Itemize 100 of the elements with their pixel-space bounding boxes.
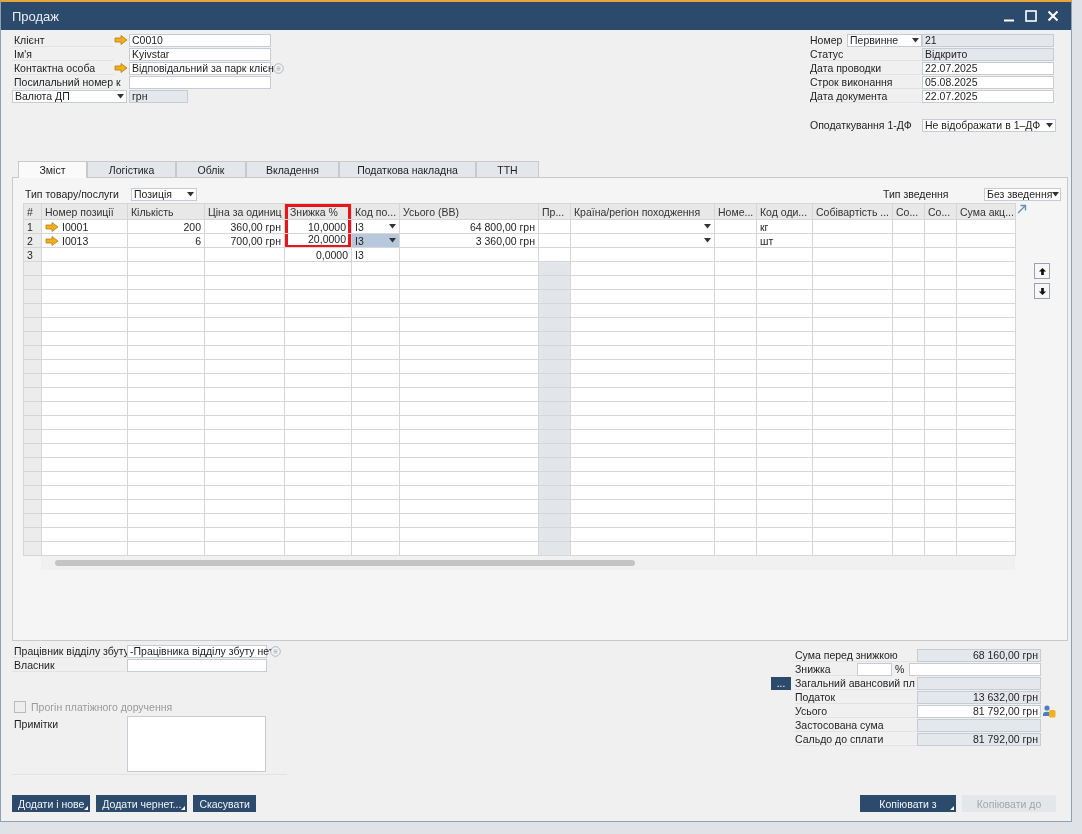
- field-label: Тип зведення: [883, 188, 950, 200]
- text-field[interactable]: 81 792,00 грн: [917, 704, 1041, 718]
- more-button[interactable]: ...: [771, 676, 791, 690]
- field-label: Оподаткування 1-ДФ: [810, 119, 913, 131]
- move-down-button[interactable]: [1034, 283, 1050, 299]
- checkbox-label: Прогін платіжного доручення: [31, 701, 173, 713]
- horizontal-scrollbar[interactable]: [41, 556, 1015, 570]
- text-field[interactable]: 22.07.2025: [922, 89, 1054, 103]
- field-label: Клієнт: [14, 33, 45, 46]
- corner-triangle-icon: [181, 806, 186, 810]
- caret-icon: [1046, 122, 1053, 128]
- up-arrow-icon: [1037, 266, 1047, 276]
- field-label: Примітки: [13, 717, 60, 730]
- tab[interactable]: Облік: [176, 161, 246, 177]
- field-label: Застосована сума: [795, 718, 884, 731]
- caret-icon: [1052, 191, 1060, 197]
- field-label: Загальний авансовий пл: [795, 676, 915, 689]
- tab[interactable]: Податкова накладна: [339, 161, 476, 177]
- arrow-icon[interactable]: [114, 35, 128, 45]
- column-header[interactable]: Кількість: [127, 203, 205, 220]
- down-arrow-icon: [1037, 286, 1047, 296]
- remarks-field[interactable]: [127, 716, 266, 772]
- field-label: Податок: [795, 690, 836, 703]
- corner-triangle-icon: [950, 806, 954, 810]
- tab[interactable]: Логістика: [87, 161, 176, 177]
- column-header[interactable]: Пр...: [538, 203, 571, 220]
- move-up-button[interactable]: [1034, 263, 1050, 279]
- caret-icon: [389, 238, 396, 243]
- column-header[interactable]: Код по...: [351, 203, 400, 220]
- dropdown-field[interactable]: Валюта ДП: [12, 89, 127, 103]
- close-button[interactable]: [1047, 10, 1059, 22]
- column-header[interactable]: Усього (ВВ): [399, 203, 539, 220]
- field-label: Дата проводки: [810, 61, 882, 74]
- text-field[interactable]: 13 632,00 грн: [917, 690, 1041, 704]
- field-label: Власник: [14, 658, 55, 671]
- text-field[interactable]: C0010: [129, 33, 271, 47]
- arrow-icon[interactable]: [114, 63, 128, 73]
- button[interactable]: Копіювати з: [860, 795, 956, 812]
- menu-circle-icon[interactable]: [272, 62, 284, 74]
- button[interactable]: Додати і нове: [12, 795, 91, 812]
- dropdown-field[interactable]: Не відображати в 1–ДФ: [922, 118, 1056, 132]
- column-header[interactable]: Со...: [892, 203, 925, 220]
- column-header[interactable]: Ціна за одиниц: [204, 203, 285, 220]
- caret-icon: [704, 224, 711, 229]
- text-field[interactable]: 81 792,00 грн: [917, 732, 1041, 746]
- dropdown-field[interactable]: Позиція: [131, 187, 197, 201]
- field-label: Номер: [810, 34, 844, 46]
- window-title: Продаж: [12, 8, 60, 24]
- corner-triangle-icon: [84, 806, 89, 810]
- caret-icon: [389, 224, 396, 229]
- text-field[interactable]: [917, 718, 1041, 732]
- field-label: Знижка: [795, 662, 831, 675]
- column-header[interactable]: Номер позиції: [41, 203, 128, 220]
- text-field[interactable]: [917, 676, 1041, 690]
- button[interactable]: Додати чернет...: [96, 795, 188, 812]
- column-header[interactable]: Знижка %: [284, 203, 352, 220]
- text-field[interactable]: грн: [129, 89, 188, 103]
- dropdown-field[interactable]: Первинне: [847, 33, 922, 47]
- text-field[interactable]: 21: [922, 33, 1054, 47]
- text-field[interactable]: 22.07.2025: [922, 61, 1054, 75]
- caret-icon: [187, 191, 194, 197]
- arrow-icon[interactable]: [45, 235, 59, 246]
- tab[interactable]: Вкладення: [246, 161, 339, 177]
- text-field[interactable]: 05.08.2025: [922, 75, 1054, 89]
- expand-icon[interactable]: [1017, 204, 1027, 214]
- text-field[interactable]: Відкрито: [922, 47, 1054, 61]
- text-field[interactable]: [909, 662, 1041, 676]
- field-label: Працівник відділу збуту: [14, 644, 130, 657]
- text-field[interactable]: 68 160,00 грн: [917, 648, 1041, 662]
- caret-icon: [912, 37, 919, 43]
- field-label: Сальдо до сплати: [795, 732, 884, 745]
- text-field[interactable]: [127, 658, 267, 672]
- caret-icon: [704, 238, 711, 243]
- field-label: Ім'я: [14, 47, 32, 60]
- field-label: Контактна особа: [14, 61, 96, 74]
- column-header[interactable]: Со...: [924, 203, 957, 220]
- column-header[interactable]: Сума акц...: [956, 203, 1016, 220]
- column-header[interactable]: Країна/регіон походження: [570, 203, 715, 220]
- caret-icon: [117, 93, 124, 99]
- dropdown-field[interactable]: Без зведення: [984, 187, 1061, 201]
- percent-sign: %: [894, 663, 906, 675]
- field-label: Статус: [810, 47, 844, 60]
- column-header[interactable]: Номе...: [714, 203, 757, 220]
- column-header[interactable]: #: [23, 203, 42, 220]
- field-label: Тип товару/послуги: [24, 188, 120, 200]
- text-field[interactable]: Kyivstar: [129, 47, 271, 61]
- column-header[interactable]: Собівартість ...: [812, 203, 893, 220]
- arrow-icon[interactable]: [45, 221, 59, 232]
- maximize-button[interactable]: [1025, 10, 1037, 22]
- text-field[interactable]: [857, 662, 892, 676]
- field-label: Посилальний номер к: [14, 75, 121, 88]
- field-label: Сума перед знижкою: [795, 648, 898, 661]
- column-header[interactable]: Код оди...: [756, 203, 813, 220]
- tab[interactable]: Зміст: [18, 161, 87, 178]
- field-label: Дата документа: [810, 89, 888, 102]
- button[interactable]: Скасувати: [193, 795, 256, 812]
- text-field[interactable]: [129, 75, 271, 89]
- field-label: Усього: [795, 704, 827, 717]
- field-label: Строк виконання: [810, 75, 893, 88]
- tab[interactable]: ТТН: [476, 161, 539, 177]
